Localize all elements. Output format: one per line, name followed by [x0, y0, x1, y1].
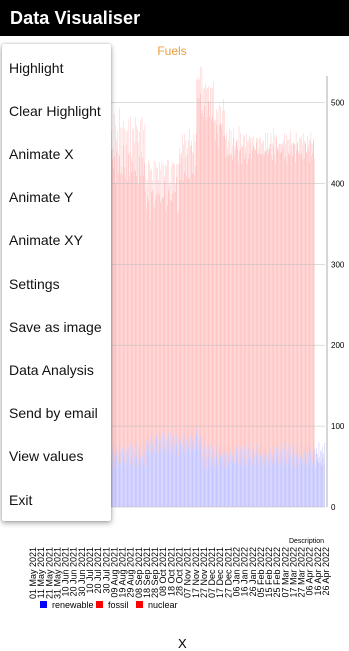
menu-item-animate-xy[interactable]: Animate XY — [2, 219, 111, 262]
y-tick-label: 300 — [331, 260, 345, 269]
menu-item-send-by-email[interactable]: Send by email — [2, 392, 111, 435]
legend-swatch-renewable — [40, 601, 47, 608]
y-tick-label: 100 — [331, 422, 345, 431]
y-tick-label: 200 — [331, 341, 345, 350]
y-tick-label: 0 — [331, 503, 336, 512]
legend-swatch-fossil — [96, 601, 103, 608]
legend-label-nuclear: nuclear — [148, 600, 178, 610]
menu-item-exit[interactable]: Exit — [2, 478, 111, 521]
menu-item-animate-x[interactable]: Animate X — [2, 132, 111, 175]
chart-description: Description — [289, 538, 324, 545]
x-tick-label: 26 Apr 2022 — [321, 547, 331, 596]
y-tick-label: 400 — [331, 179, 345, 188]
app-title: Data Visualiser — [10, 8, 140, 29]
legend-label-renewable: renewable — [52, 600, 94, 610]
x-axis-footer-label: X — [178, 636, 187, 651]
app-bar: Data Visualiser — [0, 0, 349, 36]
chart-title: Fuels — [157, 44, 186, 58]
menu-item-settings[interactable]: Settings — [2, 262, 111, 305]
menu-item-clear-highlight[interactable]: Clear Highlight — [2, 89, 111, 132]
menu-item-highlight[interactable]: Highlight — [2, 46, 111, 89]
menu-item-view-values[interactable]: View values — [2, 435, 111, 478]
menu-item-animate-y[interactable]: Animate Y — [2, 176, 111, 219]
legend-label-fossil: fossil — [108, 600, 129, 610]
menu-item-data-analysis[interactable]: Data Analysis — [2, 348, 111, 391]
menu-item-save-as-image[interactable]: Save as image — [2, 305, 111, 348]
legend-swatch-nuclear — [136, 601, 143, 608]
y-tick-label: 500 — [331, 98, 345, 107]
overflow-menu: HighlightClear HighlightAnimate XAnimate… — [2, 44, 111, 521]
